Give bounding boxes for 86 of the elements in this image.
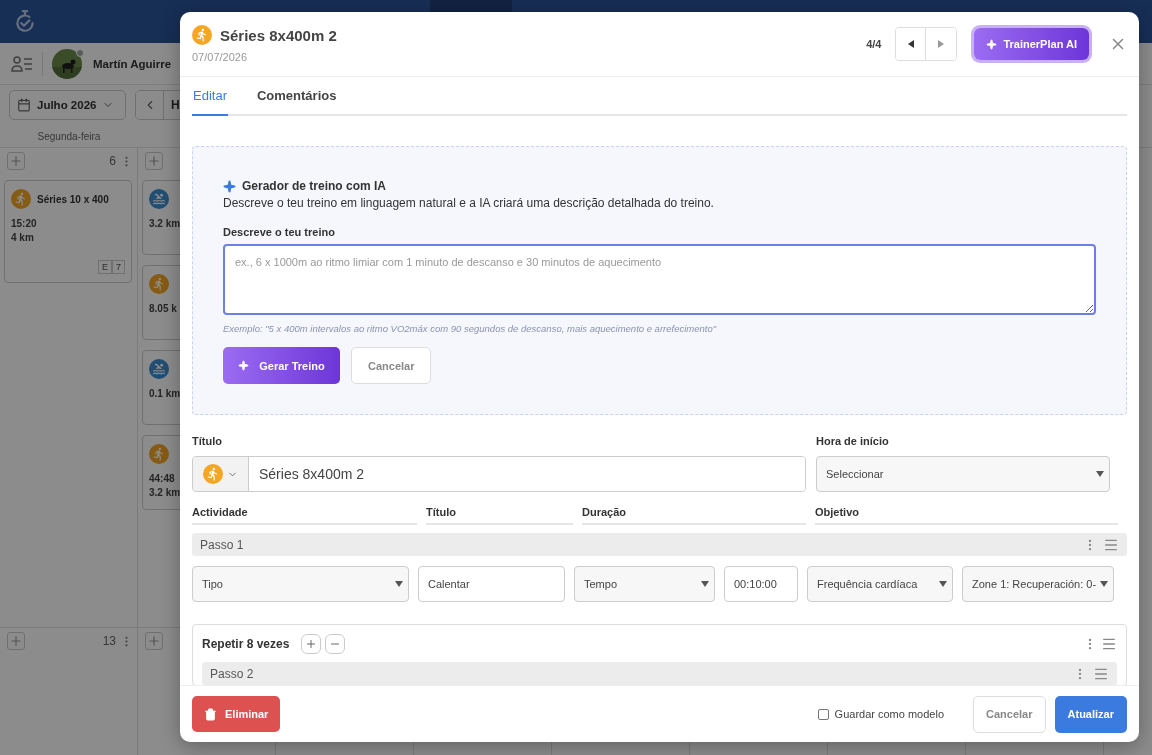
title-field[interactable]: Séries 8x400m 2 bbox=[192, 456, 806, 492]
workout-stat: 8.05 k bbox=[149, 303, 177, 314]
dialog-title: Séries 8x400m 2 bbox=[220, 26, 337, 44]
left-triangle-icon bbox=[907, 40, 914, 48]
select-field[interactable]: Zone 1: Recuperación: 0- bbox=[962, 566, 1114, 602]
remove-button[interactable] bbox=[325, 634, 346, 654]
tab[interactable]: Editar bbox=[192, 77, 228, 116]
workout-title: Séries 10 x 400 bbox=[37, 193, 109, 205]
checkbox-label: Guardar como modelo bbox=[834, 708, 945, 720]
workout-description-field[interactable]: ex., 6 x 1000m ao ritmo limiar com 1 minuto de descanso e 30 minutos de aquecimento bbox=[223, 244, 1096, 315]
field-label: Descreve o teu treino bbox=[223, 226, 336, 238]
add-button[interactable] bbox=[7, 632, 25, 650]
day-number: 13 bbox=[102, 634, 116, 648]
add-button[interactable] bbox=[301, 634, 322, 654]
workout-stat: 0.1 km bbox=[149, 388, 181, 399]
select-field[interactable]: Tempo bbox=[574, 566, 715, 602]
running-icon bbox=[149, 274, 169, 294]
workout-date: 07/07/2026 bbox=[192, 51, 249, 63]
column-header: Duração bbox=[582, 506, 806, 525]
caret-icon bbox=[701, 581, 709, 587]
step-title: Passo 1 bbox=[200, 537, 244, 552]
update-button[interactable]: Atualizar bbox=[1054, 695, 1127, 733]
workout-stat: 44:48 bbox=[149, 473, 175, 484]
previous-button[interactable] bbox=[896, 28, 927, 60]
calendar-icon bbox=[17, 98, 31, 112]
input-field[interactable]: Calentar bbox=[418, 566, 565, 602]
input-field[interactable]: 00:10:00 bbox=[724, 566, 798, 602]
running-icon bbox=[11, 189, 31, 209]
caret-icon bbox=[1100, 581, 1109, 587]
field-label: Hora de início bbox=[816, 435, 890, 447]
add-button[interactable] bbox=[145, 632, 163, 650]
checkbox[interactable] bbox=[817, 708, 829, 720]
month-picker[interactable]: Julho 2026 bbox=[9, 90, 126, 120]
delete-button[interactable]: Eliminar bbox=[192, 696, 281, 732]
select-field[interactable]: Frequência cardíaca bbox=[807, 566, 953, 602]
sparkle-icon bbox=[223, 179, 236, 193]
column-header: Objetivo bbox=[815, 506, 1118, 525]
status-dot bbox=[76, 48, 84, 57]
swimming-icon bbox=[149, 359, 169, 379]
column-header: Título bbox=[426, 506, 573, 525]
swimming-icon bbox=[149, 189, 169, 209]
plus-icon bbox=[147, 154, 161, 168]
workout-stat: 3.2 km bbox=[149, 487, 181, 498]
sparkle-icon bbox=[238, 360, 250, 371]
add-button[interactable] bbox=[7, 152, 25, 170]
start-time-select[interactable]: Seleccionar bbox=[816, 456, 1110, 492]
athlete-name: Martín Aguirre bbox=[93, 57, 172, 70]
running-icon bbox=[149, 444, 169, 464]
select-field[interactable]: Tipo bbox=[192, 566, 409, 602]
day-number: 6 bbox=[109, 154, 116, 168]
plus-icon bbox=[305, 638, 318, 650]
workout-stat: 4 km bbox=[11, 232, 34, 243]
caret-icon bbox=[1096, 471, 1104, 477]
panel-description: Descreve o teu treino em linguagem natural e a IA criará uma descrição detalhada do treino. bbox=[223, 196, 715, 210]
add-button[interactable] bbox=[145, 152, 163, 170]
running-icon bbox=[203, 464, 223, 484]
tab[interactable]: Comentários bbox=[255, 77, 338, 116]
running-icon bbox=[192, 25, 212, 45]
column-header: Actividade bbox=[192, 506, 417, 525]
caret-icon bbox=[939, 581, 947, 587]
plus-icon bbox=[9, 634, 23, 648]
caret-icon bbox=[395, 581, 403, 587]
field-label: Título bbox=[192, 435, 223, 447]
plus-icon bbox=[147, 634, 161, 648]
weekday-label: Segunda-feira bbox=[36, 130, 102, 142]
sparkle-icon bbox=[986, 38, 998, 50]
cancel-button[interactable]: Cancelar bbox=[351, 347, 432, 384]
step-title: Passo 2 bbox=[210, 666, 254, 681]
panel-heading: Gerador de treino com IA bbox=[242, 179, 387, 193]
workout-counter: 4/4 bbox=[866, 38, 882, 50]
workout-stat: 3.2 km bbox=[149, 218, 181, 229]
plus-icon bbox=[9, 154, 23, 168]
trash-icon bbox=[204, 707, 217, 721]
workout-card[interactable]: Séries 10 x 400 15:20 4 km E 7 bbox=[4, 180, 132, 283]
right-triangle-icon bbox=[938, 40, 945, 48]
ai-button[interactable]: TrainerPlan AI bbox=[974, 28, 1089, 60]
drag-handle-icon[interactable] bbox=[1101, 636, 1117, 652]
repeat-title: Repetir 8 vezes bbox=[202, 637, 290, 651]
workout-tag: 7 bbox=[112, 260, 125, 274]
example-text: Exemplo: "5 x 400m intervalos ao ritmo VO2máx com 90 segundos de descanso, mais aquecimento e arrefecimento" bbox=[223, 323, 718, 334]
user-list-icon[interactable] bbox=[11, 54, 33, 73]
generate-button[interactable]: Gerar Treino bbox=[223, 347, 340, 384]
workout-stat: 15:20 bbox=[11, 218, 37, 229]
cancel-button[interactable]: Cancelar bbox=[973, 695, 1046, 733]
workout-tag: E bbox=[97, 260, 112, 274]
sport-picker[interactable] bbox=[193, 457, 249, 491]
